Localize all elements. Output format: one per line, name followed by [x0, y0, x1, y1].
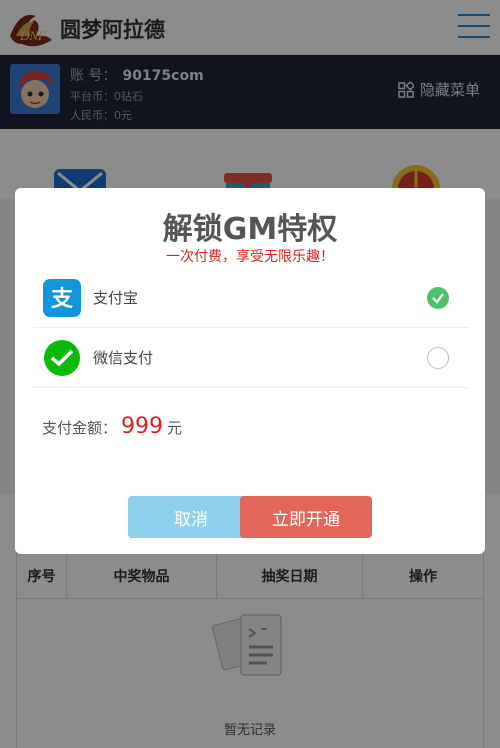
- amount-value: 999: [121, 414, 164, 439]
- cancel-button[interactable]: 取消: [128, 496, 254, 538]
- radio-selected-icon[interactable]: [427, 286, 449, 309]
- payment-label: 微信支付: [93, 349, 154, 367]
- amount-unit: 元: [167, 419, 183, 437]
- wechat-pay-icon: [44, 339, 80, 376]
- dialog-subtitle: 一次付费，享受无限乐趣！: [166, 249, 334, 265]
- svg-text:支: 支: [51, 287, 74, 312]
- payment-option-wechat[interactable]: 微信支付: [33, 328, 469, 388]
- gm-unlock-dialog: 解锁GM特权 一次付费，享受无限乐趣！ 支 支付宝 微信支付 支付金额： 999…: [15, 188, 485, 554]
- payment-option-alipay[interactable]: 支 支付宝: [33, 268, 469, 328]
- dialog-title: 解锁GM特权: [162, 212, 338, 247]
- payment-label: 支付宝: [93, 289, 139, 307]
- open-now-button[interactable]: 立即开通: [240, 496, 372, 538]
- radio-unselected-icon[interactable]: [427, 346, 449, 369]
- alipay-icon: 支: [43, 278, 81, 317]
- amount-label: 支付金额：: [42, 419, 118, 437]
- payment-amount: 支付金额： 999 元: [42, 414, 182, 439]
